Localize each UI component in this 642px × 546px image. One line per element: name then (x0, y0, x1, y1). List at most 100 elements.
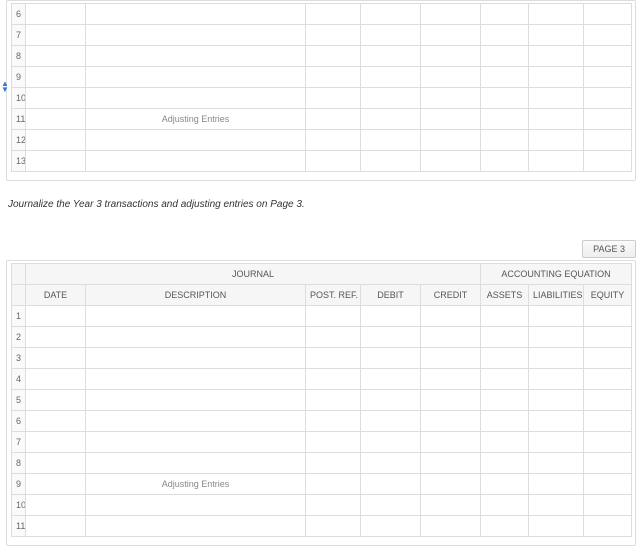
assets-cell[interactable] (481, 453, 529, 474)
postref-cell[interactable] (306, 46, 361, 67)
assets-cell[interactable] (481, 432, 529, 453)
liabilities-cell[interactable] (529, 151, 584, 172)
description-cell[interactable] (86, 88, 306, 109)
debit-cell[interactable] (361, 453, 421, 474)
date-cell[interactable] (26, 453, 86, 474)
debit-cell[interactable] (361, 4, 421, 25)
description-cell[interactable] (86, 369, 306, 390)
description-cell[interactable] (86, 151, 306, 172)
date-cell[interactable] (26, 369, 86, 390)
credit-cell[interactable] (421, 46, 481, 67)
credit-cell[interactable] (421, 411, 481, 432)
debit-cell[interactable] (361, 411, 421, 432)
credit-cell[interactable] (421, 474, 481, 495)
equity-cell[interactable] (584, 348, 632, 369)
liabilities-cell[interactable] (529, 109, 584, 130)
liabilities-cell[interactable] (529, 67, 584, 88)
postref-cell[interactable] (306, 109, 361, 130)
date-cell[interactable] (26, 411, 86, 432)
equity-cell[interactable] (584, 46, 632, 67)
liabilities-cell[interactable] (529, 369, 584, 390)
date-cell[interactable] (26, 67, 86, 88)
debit-cell[interactable] (361, 348, 421, 369)
liabilities-cell[interactable] (529, 516, 584, 537)
assets-cell[interactable] (481, 495, 529, 516)
credit-cell[interactable] (421, 495, 481, 516)
equity-cell[interactable] (584, 109, 632, 130)
credit-cell[interactable] (421, 390, 481, 411)
postref-cell[interactable] (306, 88, 361, 109)
postref-cell[interactable] (306, 151, 361, 172)
credit-cell[interactable] (421, 327, 481, 348)
debit-cell[interactable] (361, 516, 421, 537)
date-cell[interactable] (26, 151, 86, 172)
assets-cell[interactable] (481, 46, 529, 67)
description-cell[interactable] (86, 306, 306, 327)
debit-cell[interactable] (361, 327, 421, 348)
postref-cell[interactable] (306, 4, 361, 25)
equity-cell[interactable] (584, 369, 632, 390)
date-cell[interactable] (26, 88, 86, 109)
description-cell[interactable] (86, 432, 306, 453)
liabilities-cell[interactable] (529, 453, 584, 474)
assets-cell[interactable] (481, 151, 529, 172)
date-cell[interactable] (26, 46, 86, 67)
equity-cell[interactable] (584, 495, 632, 516)
assets-cell[interactable] (481, 390, 529, 411)
postref-cell[interactable] (306, 306, 361, 327)
equity-cell[interactable] (584, 432, 632, 453)
debit-cell[interactable] (361, 390, 421, 411)
postref-cell[interactable] (306, 130, 361, 151)
description-cell[interactable] (86, 390, 306, 411)
assets-cell[interactable] (481, 4, 529, 25)
assets-cell[interactable] (481, 348, 529, 369)
description-cell[interactable] (86, 411, 306, 432)
liabilities-cell[interactable] (529, 390, 584, 411)
assets-cell[interactable] (481, 88, 529, 109)
postref-cell[interactable] (306, 327, 361, 348)
liabilities-cell[interactable] (529, 474, 584, 495)
assets-cell[interactable] (481, 109, 529, 130)
assets-cell[interactable] (481, 327, 529, 348)
postref-cell[interactable] (306, 25, 361, 46)
liabilities-cell[interactable] (529, 432, 584, 453)
postref-cell[interactable] (306, 432, 361, 453)
credit-cell[interactable] (421, 25, 481, 46)
postref-cell[interactable] (306, 369, 361, 390)
equity-cell[interactable] (584, 411, 632, 432)
assets-cell[interactable] (481, 516, 529, 537)
postref-cell[interactable] (306, 516, 361, 537)
credit-cell[interactable] (421, 88, 481, 109)
credit-cell[interactable] (421, 369, 481, 390)
postref-cell[interactable] (306, 390, 361, 411)
date-cell[interactable] (26, 25, 86, 46)
description-cell[interactable] (86, 25, 306, 46)
description-cell[interactable] (86, 495, 306, 516)
description-cell[interactable] (86, 46, 306, 67)
assets-cell[interactable] (481, 306, 529, 327)
postref-cell[interactable] (306, 474, 361, 495)
assets-cell[interactable] (481, 474, 529, 495)
credit-cell[interactable] (421, 67, 481, 88)
credit-cell[interactable] (421, 348, 481, 369)
postref-cell[interactable] (306, 453, 361, 474)
equity-cell[interactable] (584, 4, 632, 25)
description-cell[interactable] (86, 67, 306, 88)
debit-cell[interactable] (361, 369, 421, 390)
assets-cell[interactable] (481, 369, 529, 390)
assets-cell[interactable] (481, 67, 529, 88)
date-cell[interactable] (26, 516, 86, 537)
debit-cell[interactable] (361, 67, 421, 88)
liabilities-cell[interactable] (529, 411, 584, 432)
equity-cell[interactable] (584, 390, 632, 411)
equity-cell[interactable] (584, 474, 632, 495)
credit-cell[interactable] (421, 453, 481, 474)
description-cell[interactable] (86, 453, 306, 474)
equity-cell[interactable] (584, 516, 632, 537)
description-cell[interactable] (86, 516, 306, 537)
liabilities-cell[interactable] (529, 327, 584, 348)
date-cell[interactable] (26, 390, 86, 411)
date-cell[interactable] (26, 109, 86, 130)
debit-cell[interactable] (361, 25, 421, 46)
description-cell[interactable] (86, 348, 306, 369)
